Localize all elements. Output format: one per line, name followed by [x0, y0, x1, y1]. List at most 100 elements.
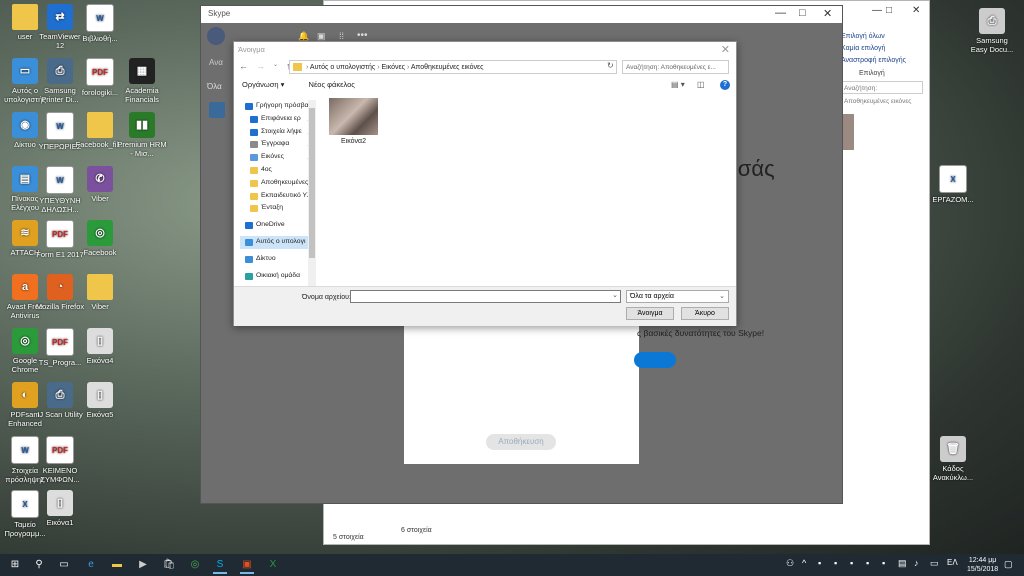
- invert-selection-command[interactable]: Αναστροφή επιλογής: [841, 55, 906, 67]
- skype-save-button[interactable]: Αποθήκευση: [486, 434, 556, 450]
- desktop-icon[interactable]: ▦ Academia Financials: [117, 58, 167, 104]
- volume-icon[interactable]: ♪: [914, 558, 919, 568]
- recent-chevron-icon[interactable]: ⌄: [273, 61, 278, 71]
- desktop-icon-image: PDF: [46, 220, 74, 248]
- organize-button[interactable]: Οργάνωση ▾: [242, 80, 284, 89]
- select-all-command[interactable]: Επιλογή όλων: [841, 31, 906, 43]
- tray-chevron-icon[interactable]: ^: [802, 558, 806, 568]
- nav-pane-item[interactable]: Αυτός ο υπολογι: [240, 235, 316, 249]
- chat-avatar[interactable]: [209, 102, 225, 118]
- nav-pane-item[interactable]: Εικόνες📌: [240, 151, 316, 164]
- desktop-icon[interactable]: Viber: [75, 274, 125, 311]
- dialog-search-input[interactable]: Αναζήτηση: Αποθηκευμένες ε...: [622, 60, 729, 74]
- close-icon[interactable]: ✕: [912, 5, 920, 16]
- refresh-icon[interactable]: ↻: [607, 61, 614, 70]
- close-icon[interactable]: ✕: [721, 43, 730, 56]
- nav-pane-item[interactable]: 4ος: [240, 164, 316, 177]
- start-icon[interactable]: ⊞: [8, 558, 22, 572]
- file-thumbnail[interactable]: [329, 98, 378, 135]
- location-icon: [250, 115, 258, 123]
- notifications-icon[interactable]: ▢: [1004, 559, 1013, 570]
- address-bar[interactable]: › Αυτός ο υπολογιστής › Εικόνες › Αποθηκ…: [289, 60, 617, 74]
- scrollbar-thumb[interactable]: [309, 108, 315, 258]
- tray-app-icon[interactable]: ▪: [834, 558, 837, 568]
- select-none-command[interactable]: Καμία επιλογή: [841, 43, 906, 55]
- nav-pane-item[interactable]: Έγγραφα📌: [240, 138, 316, 151]
- maximize-icon[interactable]: □: [886, 5, 892, 16]
- excel-icon[interactable]: X: [266, 558, 280, 572]
- skype-filter-label[interactable]: Όλα: [207, 82, 222, 91]
- forward-arrow-icon[interactable]: →: [256, 61, 265, 71]
- task-view-icon[interactable]: ▭: [57, 558, 71, 572]
- minimize-icon[interactable]: —: [775, 7, 786, 19]
- help-icon[interactable]: ?: [720, 80, 730, 90]
- desktop-icon[interactable]: PDF ΚΕΙΜΕΝΟ ΣΥΜΦΩΝ...: [35, 436, 85, 484]
- desktop-icon[interactable]: ▮▮ Premium HRM - Μισ...: [117, 112, 167, 158]
- nav-pane-item-label: Γρήγορη πρόσβα: [256, 102, 309, 109]
- desktop-icon-label: Viber: [91, 194, 109, 203]
- search-icon[interactable]: ⚲: [32, 558, 46, 572]
- edge-icon[interactable]: e: [84, 558, 98, 572]
- minimize-icon[interactable]: —: [872, 5, 882, 16]
- nav-pane-item[interactable]: Στοιχεία λήψε📌: [240, 126, 316, 139]
- nav-pane-item[interactable]: Ένταξη: [240, 202, 316, 215]
- tray-app-icon[interactable]: ▪: [866, 558, 869, 568]
- people-icon[interactable]: ⚇: [786, 558, 794, 569]
- desktop-icon[interactable]: ◎ Facebook: [75, 220, 125, 257]
- chrome-icon[interactable]: ◎: [188, 558, 202, 572]
- desktop-icon[interactable]: ✆ Viber: [75, 166, 125, 203]
- back-arrow-icon[interactable]: ←: [239, 61, 248, 71]
- nav-pane-item[interactable]: OneDrive: [240, 219, 316, 232]
- location-icon: [250, 141, 258, 149]
- view-mode-icon[interactable]: ▤ ▾: [671, 80, 685, 89]
- desktop-icon[interactable]: ▯ Εικόνα1: [35, 490, 85, 527]
- nav-pane-item[interactable]: Γρήγορη πρόσβα: [240, 100, 316, 113]
- desktop-icon[interactable]: X ΕΡΓΑΖΟΜ...: [928, 165, 978, 204]
- clock[interactable]: 12:44 μμ 15/5/2018: [967, 556, 998, 574]
- tray-app-icon[interactable]: ▪: [818, 558, 821, 568]
- open-button[interactable]: Άνοιγμα: [626, 307, 674, 320]
- file-name-label[interactable]: Εικόνα2: [329, 138, 378, 145]
- filename-input[interactable]: ⌄: [350, 290, 621, 303]
- tray-app-icon[interactable]: ▪: [882, 558, 885, 568]
- desktop-icon[interactable]: W Βιβλιοθή...: [75, 4, 125, 43]
- close-icon[interactable]: ✕: [823, 7, 832, 20]
- avatar[interactable]: [207, 27, 225, 45]
- skype-icon[interactable]: S: [213, 558, 227, 574]
- desktop-icon[interactable]: ▯ Εικόνα5: [75, 382, 125, 419]
- explorer-search-input[interactable]: Αναζήτηση: Αποθηκευμένες εικόνες: [839, 81, 923, 105]
- breadcrumb-pictures[interactable]: Εικόνες: [381, 64, 405, 71]
- dialpad-icon[interactable]: ⁞⁞: [339, 31, 344, 41]
- chevron-down-icon[interactable]: ⌄: [612, 291, 618, 299]
- breadcrumb-saved-pictures[interactable]: Αποθηκευμένες εικόνες: [411, 64, 484, 71]
- preview-thumbnail: [842, 114, 854, 150]
- desktop-icon[interactable]: 🗑 Κάδος Ανακύκλω...: [928, 436, 978, 482]
- nav-scrollbar[interactable]: [308, 100, 316, 286]
- new-folder-button[interactable]: Νέος φάκελος: [309, 80, 355, 89]
- nav-pane-item[interactable]: Επιφάνεια ερ📌: [240, 113, 316, 126]
- nav-pane-item[interactable]: Εκπαιδευτικό Υλ: [240, 190, 316, 203]
- nav-pane-item[interactable]: Οικιακή ομάδα: [240, 270, 316, 283]
- store-icon[interactable]: 🛍: [162, 558, 176, 572]
- cancel-button[interactable]: Άκυρο: [681, 307, 729, 320]
- desktop-icon[interactable]: ⎙ Samsung Easy Docu...: [967, 8, 1017, 54]
- maximize-icon[interactable]: □: [799, 7, 806, 19]
- desktop-icon[interactable]: ▯ Εικόνα4: [75, 328, 125, 365]
- more-icon[interactable]: •••: [357, 30, 368, 41]
- preview-pane-icon[interactable]: ◫: [697, 80, 705, 89]
- powerpoint-icon[interactable]: ▣: [240, 558, 254, 574]
- media-icon[interactable]: ▶: [136, 558, 150, 572]
- network-icon[interactable]: ▤: [898, 558, 907, 569]
- tray-app-icon[interactable]: ▪: [850, 558, 853, 568]
- breadcrumb-this-pc[interactable]: Αυτός ο υπολογιστής: [310, 64, 375, 71]
- file-type-select[interactable]: Όλα τα αρχεία ⌄: [626, 290, 729, 303]
- skype-continue-button[interactable]: [634, 352, 676, 368]
- language-indicator[interactable]: ΕΛ: [947, 558, 958, 567]
- nav-pane-item[interactable]: Αποθηκευμένες: [240, 177, 316, 190]
- view-options: ▤ ▾ ◫: [671, 80, 705, 89]
- skype-search-label[interactable]: Ανα: [209, 58, 223, 67]
- desktop-icon-image: ⎙: [979, 8, 1005, 34]
- nav-pane-item[interactable]: Δίκτυο: [240, 253, 316, 266]
- action-icon[interactable]: ▭: [930, 558, 939, 569]
- file-explorer-icon[interactable]: ▬: [110, 558, 124, 572]
